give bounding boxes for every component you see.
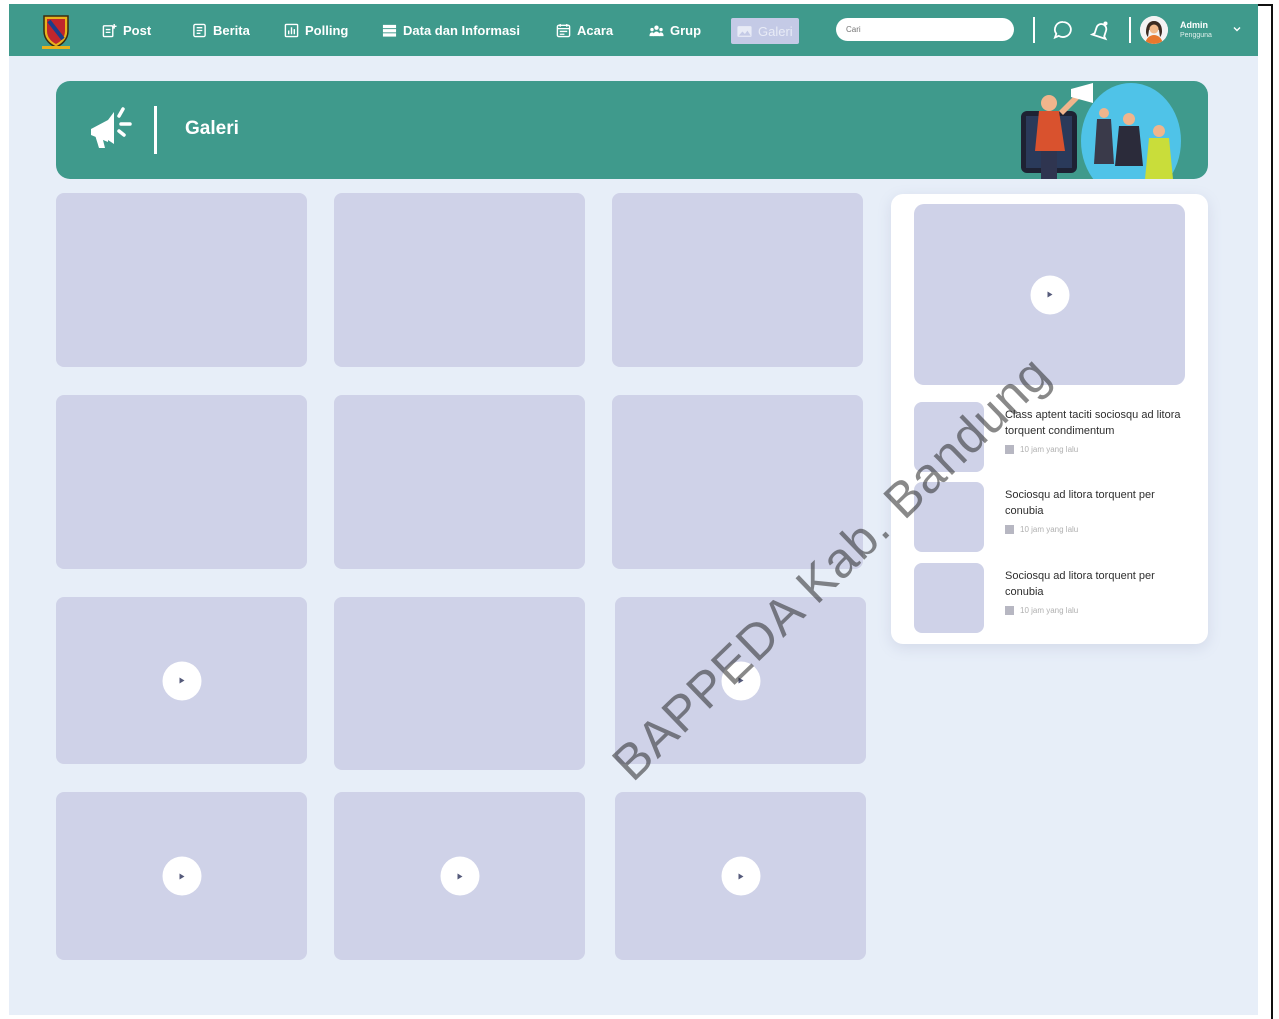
frame-border (1271, 4, 1273, 1019)
nav-polling-label: Polling (305, 22, 349, 38)
play-icon (457, 873, 463, 879)
list-item[interactable]: Class aptent taciti sociosqu ad litora t… (914, 402, 1194, 472)
list-item-time-text: 10 jam yang lalu (1020, 525, 1079, 534)
banner-divider (154, 106, 157, 154)
page-frame: Post Berita Polling Data dan Informasi A… (9, 4, 1258, 1015)
user-avatar-icon (1140, 16, 1168, 44)
nav-grup-label: Grup (670, 22, 702, 38)
gallery-tile[interactable] (334, 597, 585, 770)
nav-post-label: Post (123, 22, 152, 38)
play-icon (738, 677, 744, 684)
play-button[interactable] (721, 661, 760, 700)
nav-berita[interactable]: Berita (192, 4, 250, 56)
poll-icon (284, 23, 299, 37)
news-icon (193, 23, 206, 37)
list-item-title: Sociosqu ad litora torquent per conubia (1005, 570, 1155, 598)
play-button[interactable] (1030, 275, 1069, 314)
list-item-title: Class aptent taciti sociosqu ad litora t… (1005, 409, 1181, 437)
gallery-video-tile[interactable] (615, 792, 866, 960)
avatar[interactable] (1140, 16, 1168, 44)
featured-video[interactable] (914, 204, 1185, 385)
play-button[interactable] (162, 661, 201, 700)
group-icon (649, 25, 664, 36)
chevron-down-icon[interactable] (1231, 23, 1243, 35)
play-icon (179, 677, 185, 684)
nav-berita-label: Berita (213, 22, 250, 38)
play-button[interactable] (721, 856, 760, 896)
list-item-time: 10 jam yang lalu (1005, 525, 1078, 534)
nav-polling[interactable]: Polling (284, 4, 348, 56)
gallery-tile[interactable] (56, 193, 307, 367)
gallery-tile[interactable] (334, 395, 585, 569)
chat-icon[interactable] (1052, 19, 1074, 41)
nav-post[interactable]: Post (102, 4, 151, 56)
crowd-illustration (1021, 83, 1181, 179)
navbar-divider (1033, 17, 1035, 43)
clock-icon (1005, 445, 1014, 454)
megaphone-icon (91, 107, 132, 148)
list-item-time-text: 10 jam yang lalu (1020, 445, 1079, 454)
page-title: Galeri (185, 118, 239, 139)
calendar-icon (556, 23, 571, 37)
play-button[interactable] (162, 856, 201, 896)
nav-data-informasi[interactable]: Data dan Informasi (382, 4, 520, 56)
database-icon (382, 24, 397, 37)
nav-grup[interactable]: Grup (649, 4, 701, 56)
top-navbar: Post Berita Polling Data dan Informasi A… (9, 4, 1258, 56)
list-item[interactable]: Sociosqu ad litora torquent per conubia … (914, 482, 1194, 552)
nav-data-informasi-label: Data dan Informasi (403, 22, 521, 38)
list-thumbnail (914, 402, 984, 472)
nav-galeri-label: Galeri (758, 23, 793, 39)
list-item[interactable]: Sociosqu ad litora torquent per conubia … (914, 563, 1194, 633)
clock-icon (1005, 606, 1014, 615)
user-name: Admin (1180, 20, 1208, 30)
play-icon (738, 873, 744, 879)
page-header-banner: Galeri (56, 81, 1208, 179)
image-icon (737, 25, 752, 37)
user-role: Pengguna (1180, 32, 1212, 39)
gallery-tile[interactable] (612, 395, 863, 569)
gallery-video-tile[interactable] (56, 792, 307, 960)
clock-icon (1005, 525, 1014, 534)
play-icon (1047, 291, 1053, 298)
post-add-icon (102, 23, 117, 37)
list-item-time: 10 jam yang lalu (1005, 606, 1078, 615)
nav-galeri[interactable]: Galeri (731, 18, 799, 44)
navbar-divider (1129, 17, 1131, 43)
gallery-tile[interactable] (612, 193, 863, 367)
list-thumbnail (914, 563, 984, 633)
latest-media-panel: Class aptent taciti sociosqu ad litora t… (891, 194, 1208, 644)
notification-bell-icon[interactable] (1090, 19, 1112, 41)
play-button[interactable] (440, 856, 479, 896)
play-icon (179, 873, 185, 879)
list-item-time-text: 10 jam yang lalu (1020, 606, 1079, 615)
nav-acara[interactable]: Acara (556, 4, 613, 56)
kabupaten-logo-icon[interactable] (39, 13, 73, 49)
list-item-title: Sociosqu ad litora torquent per conubia (1005, 489, 1155, 517)
nav-acara-label: Acara (577, 22, 614, 38)
gallery-tile[interactable] (56, 395, 307, 569)
gallery-video-tile[interactable] (56, 597, 307, 764)
gallery-tile[interactable] (334, 193, 585, 367)
gallery-video-tile[interactable] (615, 597, 866, 764)
gallery-video-tile[interactable] (334, 792, 585, 960)
list-thumbnail (914, 482, 984, 552)
list-item-time: 10 jam yang lalu (1005, 445, 1078, 454)
search-input[interactable] (836, 18, 1014, 41)
